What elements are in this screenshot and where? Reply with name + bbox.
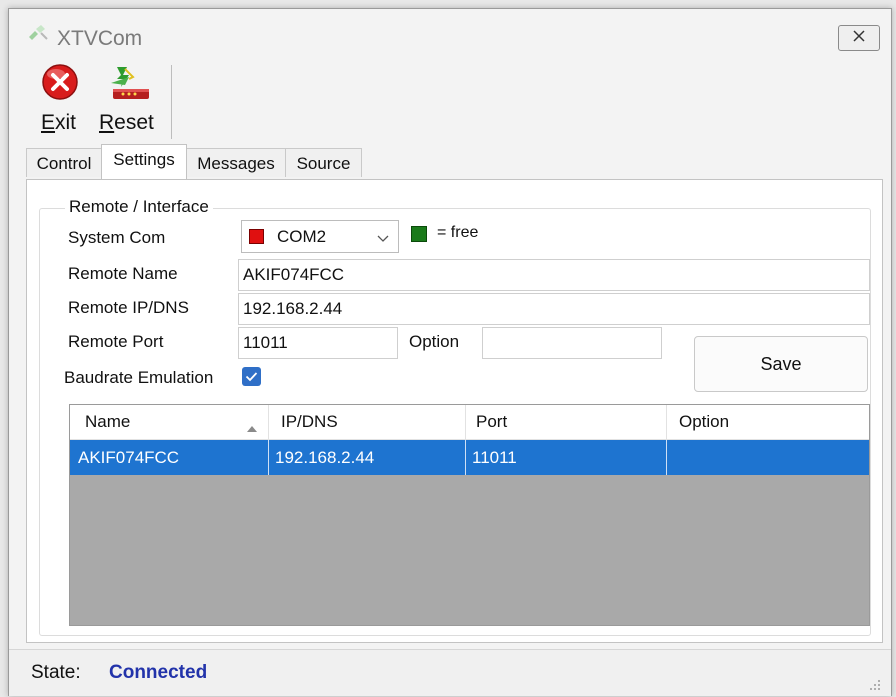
remote-port-field[interactable]: 11011 xyxy=(238,327,398,359)
com-status-swatch xyxy=(249,229,264,244)
tab-source[interactable]: Source xyxy=(285,148,362,177)
exit-label: Exit xyxy=(41,111,77,134)
column-option-label: Option xyxy=(679,412,730,431)
state-label: State: xyxy=(31,662,81,683)
sort-ascending-icon xyxy=(246,418,258,438)
column-ip-label: IP/DNS xyxy=(281,412,338,431)
row-option-cell xyxy=(667,440,869,475)
settings-tab-page: Remote / Interface System Com COM2 = fre… xyxy=(26,179,883,643)
list-header: Name IP/DNS Port Option xyxy=(70,405,869,440)
resize-grip-icon[interactable] xyxy=(869,676,881,696)
close-icon xyxy=(852,28,866,48)
column-port-label: Port xyxy=(476,412,508,431)
toolbar: Exit Reset xyxy=(9,61,891,145)
title-bar: XTVCom xyxy=(9,9,891,61)
checkmark-icon xyxy=(245,367,258,387)
save-button[interactable]: Save xyxy=(694,336,868,392)
plug-icon xyxy=(27,23,51,50)
remote-list[interactable]: Name IP/DNS Port Option AKIF074FCC 192.1… xyxy=(69,404,870,626)
system-com-value: COM2 xyxy=(277,227,327,246)
remote-ip-field[interactable]: 192.168.2.44 xyxy=(238,293,870,325)
remote-port-label: Remote Port xyxy=(68,332,164,351)
system-com-dropdown[interactable]: COM2 xyxy=(241,220,399,253)
window-title: XTVCom xyxy=(57,27,143,50)
column-header-option[interactable]: Option xyxy=(667,405,869,439)
exit-button[interactable]: Exit xyxy=(41,63,107,141)
chevron-down-icon xyxy=(376,230,390,250)
free-legend-label: = free xyxy=(437,224,479,241)
column-header-ip[interactable]: IP/DNS xyxy=(269,405,466,439)
tab-messages[interactable]: Messages xyxy=(186,148,286,177)
status-bar: State: Connected xyxy=(9,649,891,696)
tab-control[interactable]: Control xyxy=(26,148,102,177)
state-value: Connected xyxy=(109,662,208,683)
free-legend-swatch xyxy=(411,226,427,242)
column-name-label: Name xyxy=(85,412,131,431)
group-title: Remote / Interface xyxy=(65,197,213,217)
remote-name-label: Remote Name xyxy=(68,264,178,283)
option-field[interactable] xyxy=(482,327,662,359)
row-name-cell: AKIF074FCC xyxy=(70,440,269,475)
close-button[interactable] xyxy=(838,25,880,51)
system-com-label: System Com xyxy=(68,228,166,247)
baudrate-label: Baudrate Emulation xyxy=(64,368,214,387)
app-window: XTVCom Exit Reset Control Settings Messa… xyxy=(8,8,892,696)
toolbar-separator xyxy=(171,65,172,139)
option-label: Option xyxy=(409,332,460,351)
reset-icon xyxy=(107,65,153,108)
column-header-port[interactable]: Port xyxy=(466,405,667,439)
column-header-name[interactable]: Name xyxy=(70,405,269,439)
exit-icon xyxy=(41,63,79,106)
reset-button[interactable]: Reset xyxy=(99,63,165,141)
table-row[interactable]: AKIF074FCC 192.168.2.44 11011 xyxy=(70,440,869,475)
row-port-cell: 11011 xyxy=(466,440,667,475)
remote-name-field[interactable]: AKIF074FCC xyxy=(238,259,870,291)
row-ip-cell: 192.168.2.44 xyxy=(269,440,466,475)
baudrate-checkbox[interactable] xyxy=(242,367,261,386)
reset-label: Reset xyxy=(99,111,154,134)
remote-ip-label: Remote IP/DNS xyxy=(68,298,189,317)
tab-settings[interactable]: Settings xyxy=(101,144,187,179)
